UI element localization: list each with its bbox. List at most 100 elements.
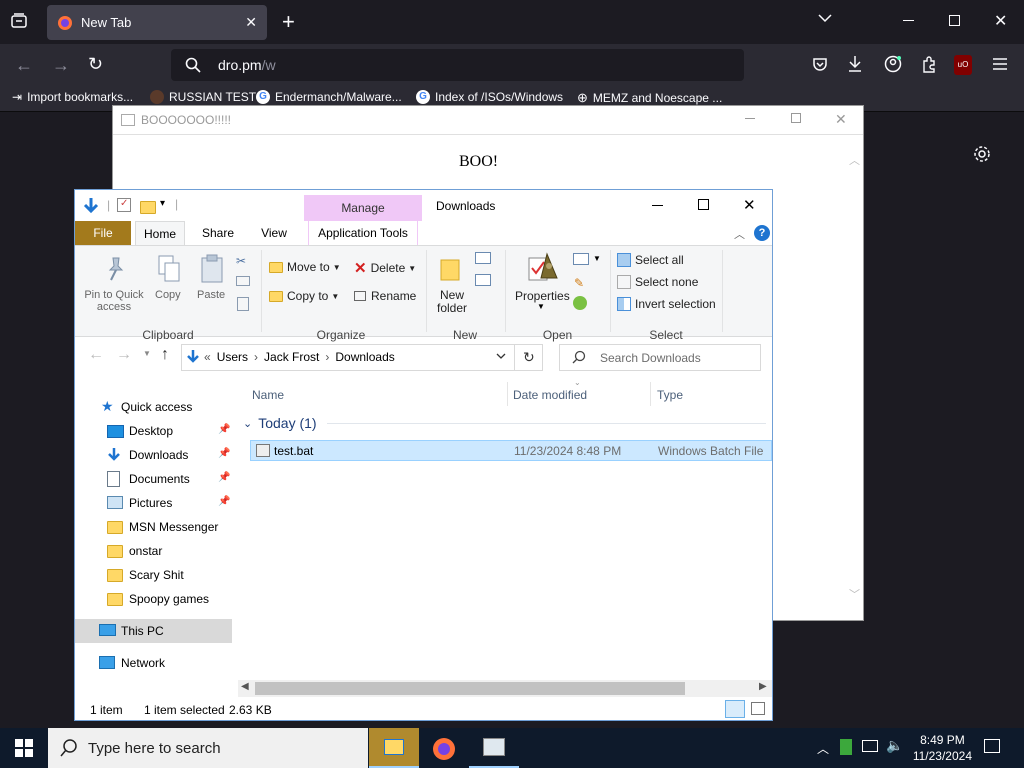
new-folder-qat-icon[interactable]: [140, 199, 156, 214]
easy-access-icon[interactable]: [475, 274, 491, 286]
customize-qat-icon[interactable]: ▾: [160, 198, 165, 209]
column-date-modified[interactable]: Date modified: [513, 388, 587, 402]
tab-view[interactable]: View: [249, 221, 299, 245]
settings-gear-icon[interactable]: [973, 145, 991, 163]
table-row[interactable]: test.bat 11/23/2024 8:48 PM Windows Batc…: [250, 440, 772, 461]
pin-to-quick-access-button[interactable]: Pin to Quick access: [83, 289, 145, 313]
forward-arrow-icon[interactable]: →: [116, 347, 132, 363]
recent-locations-icon[interactable]: ▼: [143, 349, 151, 358]
popup-scrollbar[interactable]: ︿ ﹀: [846, 146, 863, 606]
downloads-icon[interactable]: [847, 55, 863, 73]
windows-start-icon[interactable]: [15, 739, 33, 757]
copy-button[interactable]: Copy: [155, 289, 181, 301]
network-tray-icon[interactable]: [862, 740, 878, 752]
breadcrumb-downloads[interactable]: Downloads: [335, 350, 394, 364]
explorer-maximize-icon[interactable]: [698, 199, 709, 210]
collapse-ribbon-chevron-icon[interactable]: ︿: [734, 226, 745, 242]
select-none-button[interactable]: Select none: [617, 275, 698, 289]
nav-scary-shit[interactable]: Scary Shit: [75, 563, 232, 587]
move-to-button[interactable]: Move to ▼: [269, 260, 341, 274]
rename-button[interactable]: Rename: [354, 289, 416, 303]
menu-icon[interactable]: [992, 57, 1008, 71]
bookmark-isos[interactable]: G Index of /ISOs/Windows: [416, 90, 563, 104]
bookmark-russian-test[interactable]: RUSSIAN TEST: [150, 90, 256, 104]
invert-selection-button[interactable]: Invert selection: [617, 297, 716, 311]
bookmark-endermanch[interactable]: G Endermanch/Malware...: [256, 90, 402, 104]
cut-icon[interactable]: ✂: [236, 254, 246, 268]
url-text[interactable]: dro.pm/w: [218, 57, 276, 73]
breadcrumb-chevron-icon[interactable]: ›: [325, 350, 329, 364]
new-item-icon[interactable]: [475, 252, 491, 264]
scroll-up-icon[interactable]: ︿: [849, 152, 860, 168]
bookmark-import[interactable]: ⇥ Import bookmarks...: [12, 90, 133, 104]
taskbar-file-explorer[interactable]: [369, 728, 419, 768]
close-window-icon[interactable]: ✕: [994, 11, 1007, 31]
nav-desktop[interactable]: Desktop 📌: [75, 419, 232, 443]
scrollbar-thumb[interactable]: [255, 682, 685, 695]
nav-quick-access[interactable]: ★ Quick access: [75, 395, 232, 419]
scroll-down-icon[interactable]: ﹀: [849, 586, 860, 602]
explorer-minimize-icon[interactable]: [652, 205, 663, 206]
popup-maximize-icon[interactable]: [791, 113, 801, 123]
manage-context-tab[interactable]: Manage: [304, 195, 422, 221]
extensions-icon[interactable]: [920, 55, 938, 73]
address-history-chevron-icon[interactable]: [496, 352, 506, 360]
properties-button[interactable]: Properties: [515, 289, 570, 303]
breadcrumb-jack-frost[interactable]: Jack Frost: [264, 350, 319, 364]
new-folder-button[interactable]: New folder: [435, 289, 469, 315]
tab-share[interactable]: Share: [193, 221, 243, 245]
scroll-right-icon[interactable]: ▶: [759, 681, 767, 692]
search-input[interactable]: Search Downloads: [559, 344, 761, 371]
column-name[interactable]: Name: [252, 388, 284, 402]
tab-application-tools[interactable]: Application Tools: [308, 221, 418, 245]
minimize-icon[interactable]: [903, 20, 914, 21]
nav-spoopy-games[interactable]: Spoopy games: [75, 587, 232, 611]
tab-overflow-chevron-icon[interactable]: [818, 13, 832, 23]
volume-icon[interactable]: 🔈: [886, 737, 903, 754]
taskbar-search-box[interactable]: Type here to search: [48, 728, 368, 768]
open-icon[interactable]: [573, 253, 589, 265]
breadcrumb-overflow-icon[interactable]: «: [204, 350, 211, 364]
open-dropdown-icon[interactable]: ▼: [593, 254, 601, 263]
taskbar-firefox[interactable]: [419, 728, 469, 768]
explorer-close-icon[interactable]: ✕: [743, 196, 756, 214]
edit-icon[interactable]: ✎: [574, 276, 584, 290]
scroll-left-icon[interactable]: ◀: [241, 681, 249, 692]
browser-tab[interactable]: New Tab ✕: [47, 5, 267, 40]
history-icon[interactable]: [573, 296, 587, 310]
taskbar-popup-window[interactable]: [469, 728, 519, 768]
nav-onstar[interactable]: onstar: [75, 539, 232, 563]
back-arrow-icon[interactable]: ←: [88, 347, 104, 363]
tray-app-icon[interactable]: [840, 739, 852, 755]
nav-this-pc[interactable]: This PC: [75, 619, 232, 643]
tab-home[interactable]: Home: [135, 221, 185, 245]
new-tab-icon[interactable]: +: [282, 9, 295, 35]
copy-to-button[interactable]: Copy to ▼: [269, 289, 339, 303]
paste-button[interactable]: Paste: [197, 289, 225, 301]
popup-close-icon[interactable]: ✕: [835, 111, 847, 128]
account-icon[interactable]: [884, 55, 902, 73]
nav-pictures[interactable]: Pictures 📌: [75, 491, 232, 515]
group-header-today[interactable]: ⌄ Today (1): [241, 412, 766, 434]
properties-qat-icon[interactable]: ✓: [117, 198, 131, 212]
ublock-icon[interactable]: uO: [954, 55, 972, 75]
select-all-button[interactable]: Select all: [617, 253, 684, 267]
nav-documents[interactable]: Documents 📌: [75, 467, 232, 491]
details-view-icon[interactable]: [725, 700, 745, 718]
pocket-icon[interactable]: [812, 56, 828, 72]
back-icon[interactable]: ←: [15, 56, 33, 74]
nav-downloads[interactable]: Downloads 📌: [75, 443, 232, 467]
tab-file[interactable]: File: [75, 221, 131, 245]
popup-minimize-icon[interactable]: [745, 118, 755, 119]
copy-path-icon[interactable]: [236, 276, 250, 286]
address-bar[interactable]: « Users › Jack Frost › Downloads: [181, 344, 515, 371]
notifications-icon[interactable]: [984, 739, 1000, 753]
forward-icon[interactable]: →: [52, 56, 70, 74]
column-type[interactable]: Type: [657, 388, 683, 402]
url-bar[interactable]: dro.pm/w: [171, 49, 744, 81]
refresh-button[interactable]: ↻: [515, 344, 543, 371]
delete-button[interactable]: ✕ Delete ▼: [354, 259, 416, 277]
large-icons-view-icon[interactable]: [751, 702, 765, 715]
clock[interactable]: 8:49 PM 11/23/2024: [913, 732, 972, 764]
horizontal-scrollbar[interactable]: ◀ ▶: [238, 680, 772, 697]
